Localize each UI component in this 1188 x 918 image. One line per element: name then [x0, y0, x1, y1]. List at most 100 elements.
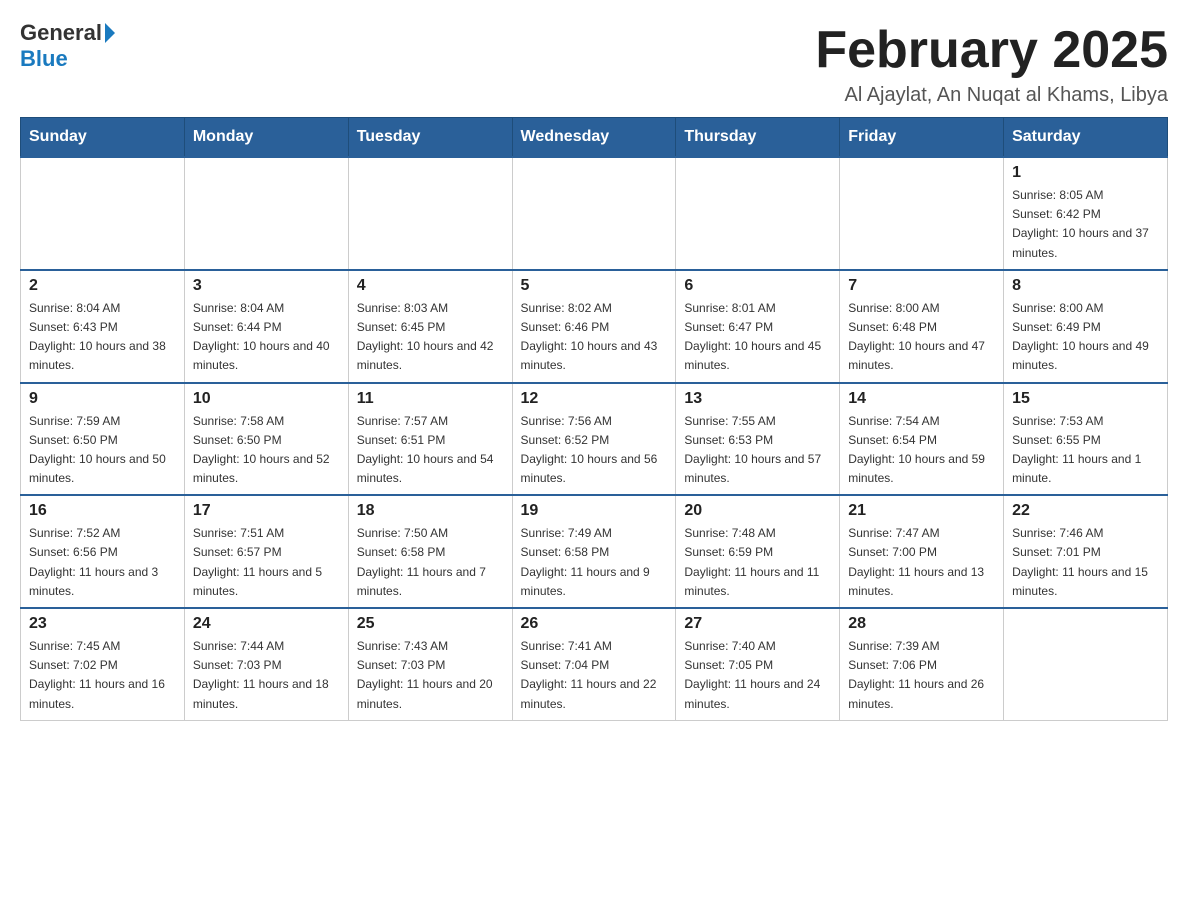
calendar-week-4: 16Sunrise: 7:52 AMSunset: 6:56 PMDayligh…: [21, 495, 1168, 608]
day-number: 6: [684, 277, 831, 295]
sunrise-text: Sunrise: 7:39 AM: [848, 637, 995, 656]
calendar-cell: 14 Sunrise: 7:54 AMSunset: 6:54 PMDayligh…: [840, 383, 1004, 496]
calendar-table: SundayMondayTuesdayWednesdayThursdayFrid…: [20, 117, 1168, 721]
day-number: 11: [357, 390, 504, 408]
day-info: Sunrise: 7:41 AMSunset: 7:04 PMDaylight:…: [521, 637, 668, 714]
calendar-cell: 11 Sunrise: 7:57 AMSunset: 6:51 PMDayligh…: [348, 383, 512, 496]
day-info: Sunrise: 8:03 AMSunset: 6:45 PMDaylight:…: [357, 299, 504, 376]
day-info: Sunrise: 7:53 AMSunset: 6:55 PMDaylight:…: [1012, 412, 1159, 489]
day-of-week-tuesday: Tuesday: [348, 118, 512, 158]
calendar-cell: 28Sunrise: 7:39 AMSunset: 7:06 PMDayligh…: [840, 608, 1004, 720]
day-number: 17: [193, 502, 340, 520]
page-header: General Blue February 2025 Al Ajaylat, A…: [20, 20, 1168, 107]
sunset-text: Sunset: 6:45 PM: [357, 318, 504, 337]
daylight-text: Daylight: 10 hours and 49 minutes.: [1012, 337, 1159, 375]
day-number: 24: [193, 615, 340, 633]
daylight-text: Daylight: 11 hours and 15 minutes.: [1012, 563, 1159, 601]
daylight-text: Daylight: 10 hours and 52 minutes.: [193, 450, 340, 488]
sunrise-text: Sunrise: 7:44 AM: [193, 637, 340, 656]
daylight-text: Daylight: 10 hours and 45 minutes.: [684, 337, 831, 375]
calendar-cell: [348, 157, 512, 270]
sunset-text: Sunset: 6:44 PM: [193, 318, 340, 337]
sunset-text: Sunset: 6:48 PM: [848, 318, 995, 337]
calendar-week-5: 23Sunrise: 7:45 AMSunset: 7:02 PMDayligh…: [21, 608, 1168, 720]
day-of-week-monday: Monday: [184, 118, 348, 158]
calendar-cell: 23Sunrise: 7:45 AMSunset: 7:02 PMDayligh…: [21, 608, 185, 720]
day-number: 12: [521, 390, 668, 408]
sunset-text: Sunset: 6:54 PM: [848, 431, 995, 450]
sunrise-text: Sunrise: 8:00 AM: [1012, 299, 1159, 318]
day-info: Sunrise: 7:46 AMSunset: 7:01 PMDaylight:…: [1012, 524, 1159, 601]
sunrise-text: Sunrise: 7:47 AM: [848, 524, 995, 543]
sunrise-text: Sunrise: 8:01 AM: [684, 299, 831, 318]
day-info: Sunrise: 7:44 AMSunset: 7:03 PMDaylight:…: [193, 637, 340, 714]
day-number: 20: [684, 502, 831, 520]
daylight-text: Daylight: 10 hours and 50 minutes.: [29, 450, 176, 488]
day-info: Sunrise: 7:52 AMSunset: 6:56 PMDaylight:…: [29, 524, 176, 601]
sunrise-text: Sunrise: 8:04 AM: [193, 299, 340, 318]
sunset-text: Sunset: 6:56 PM: [29, 543, 176, 562]
sunset-text: Sunset: 6:42 PM: [1012, 205, 1159, 224]
day-number: 4: [357, 277, 504, 295]
day-info: Sunrise: 7:58 AMSunset: 6:50 PMDaylight:…: [193, 412, 340, 489]
calendar-cell: [184, 157, 348, 270]
sunrise-text: Sunrise: 8:00 AM: [848, 299, 995, 318]
day-info: Sunrise: 7:57 AMSunset: 6:51 PMDaylight:…: [357, 412, 504, 489]
day-of-week-friday: Friday: [840, 118, 1004, 158]
day-number: 5: [521, 277, 668, 295]
sunrise-text: Sunrise: 7:59 AM: [29, 412, 176, 431]
day-info: Sunrise: 8:00 AMSunset: 6:48 PMDaylight:…: [848, 299, 995, 376]
day-number: 23: [29, 615, 176, 633]
sunset-text: Sunset: 6:50 PM: [193, 431, 340, 450]
day-info: Sunrise: 7:54 AMSunset: 6:54 PMDaylight:…: [848, 412, 995, 489]
calendar-cell: [840, 157, 1004, 270]
calendar-cell: 9Sunrise: 7:59 AMSunset: 6:50 PMDaylight…: [21, 383, 185, 496]
sunset-text: Sunset: 7:02 PM: [29, 656, 176, 675]
calendar-cell: 18Sunrise: 7:50 AMSunset: 6:58 PMDayligh…: [348, 495, 512, 608]
calendar-cell: [1004, 608, 1168, 720]
day-info: Sunrise: 7:55 AMSunset: 6:53 PMDaylight:…: [684, 412, 831, 489]
daylight-text: Daylight: 10 hours and 37 minutes.: [1012, 224, 1159, 262]
daylight-text: Daylight: 10 hours and 47 minutes.: [848, 337, 995, 375]
sunset-text: Sunset: 7:00 PM: [848, 543, 995, 562]
calendar-cell: [676, 157, 840, 270]
calendar-cell: 5Sunrise: 8:02 AMSunset: 6:46 PMDaylight…: [512, 270, 676, 383]
sunrise-text: Sunrise: 7:56 AM: [521, 412, 668, 431]
calendar-cell: 13Sunrise: 7:55 AMSunset: 6:53 PMDayligh…: [676, 383, 840, 496]
sunset-text: Sunset: 6:47 PM: [684, 318, 831, 337]
sunset-text: Sunset: 6:43 PM: [29, 318, 176, 337]
title-area: February 2025 Al Ajaylat, An Nuqat al Kh…: [815, 20, 1168, 107]
calendar-cell: 19Sunrise: 7:49 AMSunset: 6:58 PMDayligh…: [512, 495, 676, 608]
sunrise-text: Sunrise: 7:52 AM: [29, 524, 176, 543]
day-number: 14: [848, 390, 995, 408]
logo-general-text: General: [20, 20, 102, 46]
day-info: Sunrise: 8:00 AMSunset: 6:49 PMDaylight:…: [1012, 299, 1159, 376]
day-number: 10: [193, 390, 340, 408]
day-number: 16: [29, 502, 176, 520]
calendar-cell: [512, 157, 676, 270]
sunset-text: Sunset: 7:01 PM: [1012, 543, 1159, 562]
day-number: 18: [357, 502, 504, 520]
daylight-text: Daylight: 11 hours and 20 minutes.: [357, 675, 504, 713]
sunrise-text: Sunrise: 7:41 AM: [521, 637, 668, 656]
sunset-text: Sunset: 6:53 PM: [684, 431, 831, 450]
daylight-text: Daylight: 11 hours and 1 minute.: [1012, 450, 1159, 488]
sunrise-text: Sunrise: 8:04 AM: [29, 299, 176, 318]
daylight-text: Daylight: 10 hours and 40 minutes.: [193, 337, 340, 375]
sunset-text: Sunset: 6:50 PM: [29, 431, 176, 450]
calendar-cell: 1Sunrise: 8:05 AMSunset: 6:42 PMDaylight…: [1004, 157, 1168, 270]
sunrise-text: Sunrise: 7:46 AM: [1012, 524, 1159, 543]
calendar-cell: 16 Sunrise: 7:52 AMSunset: 6:56 PMDayligh…: [21, 495, 185, 608]
sunrise-text: Sunrise: 7:55 AM: [684, 412, 831, 431]
day-info: Sunrise: 7:43 AMSunset: 7:03 PMDaylight:…: [357, 637, 504, 714]
day-info: Sunrise: 7:56 AMSunset: 6:52 PMDaylight:…: [521, 412, 668, 489]
calendar-cell: 6 Sunrise: 8:01 AMSunset: 6:47 PMDaylight…: [676, 270, 840, 383]
day-info: Sunrise: 7:51 AMSunset: 6:57 PMDaylight:…: [193, 524, 340, 601]
day-number: 15: [1012, 390, 1159, 408]
day-info: Sunrise: 8:05 AMSunset: 6:42 PMDaylight:…: [1012, 186, 1159, 263]
sunset-text: Sunset: 6:55 PM: [1012, 431, 1159, 450]
daylight-text: Daylight: 11 hours and 13 minutes.: [848, 563, 995, 601]
calendar-cell: 25Sunrise: 7:43 AMSunset: 7:03 PMDayligh…: [348, 608, 512, 720]
sunset-text: Sunset: 7:03 PM: [193, 656, 340, 675]
daylight-text: Daylight: 11 hours and 16 minutes.: [29, 675, 176, 713]
